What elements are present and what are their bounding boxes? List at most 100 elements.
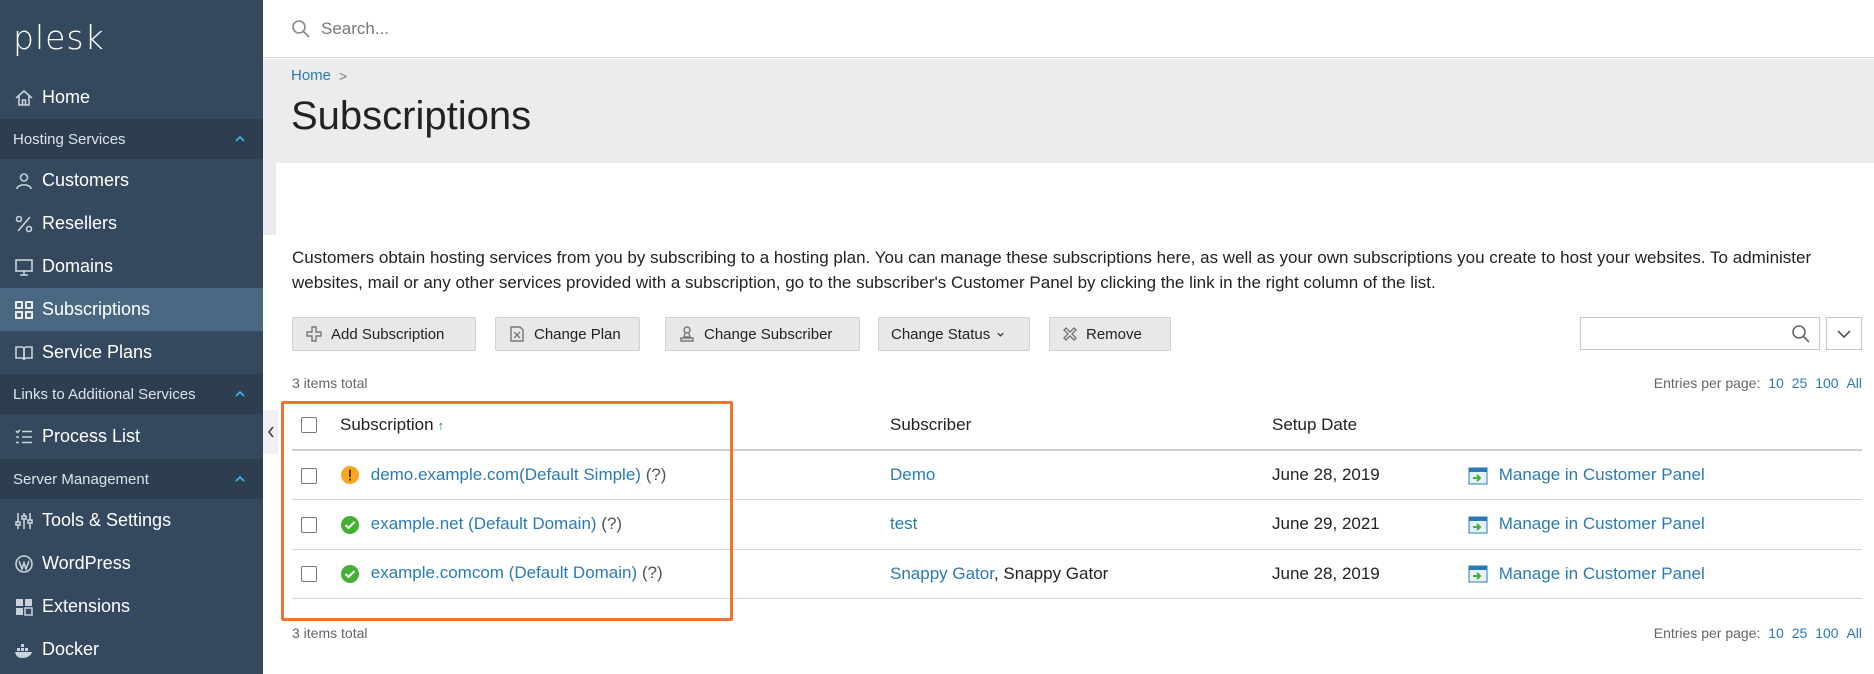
toolbar: Add Subscription Change Plan Change Subs…: [292, 317, 1862, 351]
column-label: Subscriber: [890, 414, 972, 434]
plus-icon: [306, 326, 322, 342]
subscriber-link[interactable]: test: [890, 514, 917, 533]
list-search-input[interactable]: [1580, 317, 1820, 350]
sidebar-item-tools-settings[interactable]: Tools & Settings: [0, 499, 263, 542]
plesk-logo[interactable]: plesk: [0, 0, 263, 76]
chevron-up-icon: [235, 475, 245, 482]
section-server-management[interactable]: Server Management: [0, 459, 263, 499]
user-stamp-icon: [680, 326, 694, 342]
manage-cell: Manage in Customer Panel: [1468, 499, 1862, 550]
section-hosting-services[interactable]: Hosting Services: [0, 119, 263, 159]
entries-option-all[interactable]: All: [1846, 625, 1862, 641]
warning-icon: [341, 466, 359, 485]
entries-option-10[interactable]: 10: [1768, 375, 1784, 391]
manage-customer-panel-link[interactable]: Manage in Customer Panel: [1499, 465, 1705, 484]
sidebar-item-label: Docker: [42, 639, 100, 659]
entries-label: Entries per page:: [1653, 625, 1761, 641]
help-link[interactable]: (?): [642, 563, 663, 582]
table-header-row: Subscription ↑ Subscriber Setup Date: [292, 400, 1862, 451]
book-icon: [13, 342, 35, 364]
breadcrumb-separator: >: [339, 67, 348, 84]
column-label: Setup Date: [1272, 414, 1358, 434]
sidebar-item-wordpress[interactable]: WordPress: [0, 542, 263, 585]
column-subscriber[interactable]: Subscriber: [890, 400, 1272, 451]
page-title: Subscriptions: [291, 94, 532, 138]
help-link[interactable]: (?): [601, 514, 622, 533]
entries-per-page-bottom: Entries per page: 10 25 100 All: [1654, 625, 1862, 641]
sidebar-item-docker[interactable]: Docker: [0, 628, 263, 671]
row-checkbox[interactable]: [301, 516, 317, 533]
manage-customer-panel-link[interactable]: Manage in Customer Panel: [1499, 564, 1705, 583]
breadcrumb: Home >: [291, 67, 1874, 84]
manage-customer-panel-link[interactable]: Manage in Customer Panel: [1499, 514, 1705, 533]
logo-text: plesk: [13, 18, 105, 57]
remove-button[interactable]: Remove: [1049, 317, 1171, 351]
sidebar-item-label: Tools & Settings: [42, 510, 172, 530]
sidebar-item-home[interactable]: Home: [0, 76, 263, 119]
entries-option-10[interactable]: 10: [1768, 625, 1784, 641]
wordpress-icon: [13, 553, 35, 575]
sidebar-collapse-button[interactable]: [263, 410, 278, 454]
chevron-down-icon: [997, 332, 1004, 337]
sidebar-item-extensions[interactable]: Extensions: [0, 585, 263, 628]
section-label: Links to Additional Services: [13, 385, 196, 403]
change-subscriber-button[interactable]: Change Subscriber: [665, 317, 860, 351]
setup-date: June 28, 2019: [1272, 549, 1468, 599]
button-label: Change Subscriber: [704, 325, 833, 343]
search-options-button[interactable]: [1826, 317, 1862, 350]
sidebar-item-domains[interactable]: Domains: [0, 245, 263, 288]
button-label: Change Plan: [534, 325, 621, 343]
entries-option-100[interactable]: 100: [1815, 375, 1838, 391]
sidebar-item-label: Extensions: [42, 596, 131, 616]
sidebar-item-service-plans[interactable]: Service Plans: [0, 331, 263, 374]
manage-cell: Manage in Customer Panel: [1468, 450, 1862, 500]
sidebar-item-label: Service Plans: [42, 342, 153, 362]
help-link[interactable]: (?): [646, 465, 667, 484]
entries-option-all[interactable]: All: [1846, 375, 1862, 391]
row-checkbox[interactable]: [301, 566, 317, 583]
entries-option-25[interactable]: 25: [1792, 625, 1808, 641]
global-search[interactable]: Search...: [291, 19, 389, 39]
change-status-dropdown[interactable]: Change Status: [878, 317, 1030, 351]
setup-date: June 28, 2019: [1272, 450, 1468, 500]
subscriber-extra: , Snappy Gator: [993, 563, 1109, 583]
remove-icon: [1063, 327, 1077, 341]
table-row: example.comcom (Default Domain) (?) Snap…: [292, 549, 1862, 599]
column-subscription[interactable]: Subscription ↑: [340, 400, 890, 451]
table-row: example.net (Default Domain) (?) test Ju…: [292, 499, 1862, 550]
row-checkbox[interactable]: [301, 467, 317, 484]
add-subscription-button[interactable]: Add Subscription: [292, 317, 476, 351]
entries-option-100[interactable]: 100: [1815, 625, 1838, 641]
header-strip: [263, 163, 275, 235]
subscription-link[interactable]: example.net (Default Domain): [371, 514, 597, 533]
button-label: Remove: [1086, 325, 1142, 343]
sidebar-item-customers[interactable]: Customers: [0, 159, 263, 202]
sidebar: plesk Home Hosting Services Customers Re…: [0, 0, 263, 674]
home-icon: [13, 87, 35, 109]
customer-panel-icon: [1468, 565, 1488, 583]
subscription-link[interactable]: demo.example.com(Default Simple): [371, 465, 641, 484]
items-total-bottom: 3 items total: [292, 625, 368, 641]
select-all-checkbox[interactable]: [301, 417, 317, 434]
sidebar-item-label: Subscriptions: [42, 299, 151, 319]
page-description: Customers obtain hosting services from y…: [292, 248, 1812, 292]
search-icon: [292, 19, 310, 38]
chevron-down-icon: [1837, 329, 1851, 338]
subscription-link[interactable]: example.comcom (Default Domain): [371, 563, 637, 582]
column-setup-date[interactable]: Setup Date: [1272, 400, 1468, 451]
subscription-cell: demo.example.com(Default Simple) (?): [340, 450, 890, 500]
sidebar-item-process-list[interactable]: Process List: [0, 414, 263, 459]
subscriber-link[interactable]: Demo: [890, 465, 935, 484]
sidebar-item-resellers[interactable]: Resellers: [0, 202, 263, 245]
subscriber-link[interactable]: Snappy Gator: [890, 564, 994, 583]
entries-option-25[interactable]: 25: [1792, 375, 1808, 391]
items-total-top: 3 items total: [292, 375, 368, 391]
section-links-additional[interactable]: Links to Additional Services: [0, 374, 263, 414]
change-plan-button[interactable]: Change Plan: [495, 317, 640, 351]
ok-status-icon: [341, 565, 359, 583]
sidebar-item-subscriptions[interactable]: Subscriptions: [0, 288, 263, 331]
page-header: Home > Subscriptions: [263, 59, 1874, 163]
column-actions: [1468, 400, 1862, 451]
breadcrumb-home[interactable]: Home: [291, 67, 331, 84]
entries-per-page-top: Entries per page: 10 25 100 All: [1654, 375, 1862, 391]
